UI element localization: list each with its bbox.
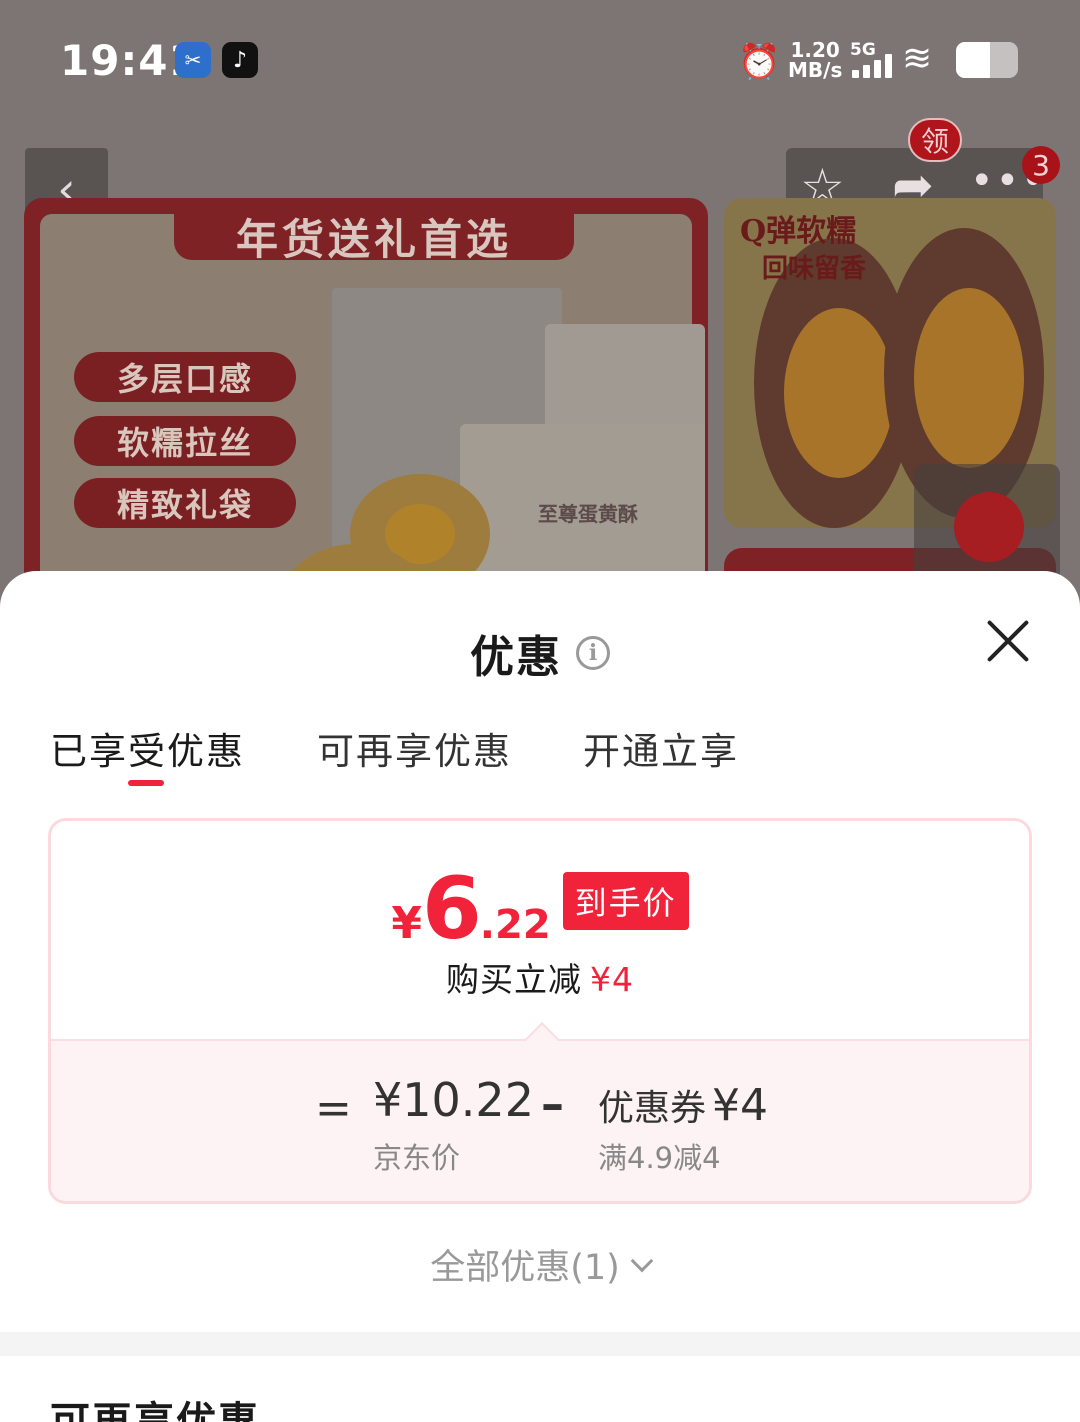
signal-icon [852, 54, 894, 78]
product-page-background: 19:41 ✂ ♪ ⏰ 1.20 MB/s 5G ≋ ‹ ☆ ➦ ••• 领 3… [0, 0, 1080, 620]
active-tab-indicator [128, 780, 164, 786]
box-label: 至尊蛋黄酥 [538, 502, 638, 526]
chevron-down-icon [630, 1249, 654, 1273]
jd-price-label: 京东价 [373, 1141, 461, 1175]
thumbnail-caption: Q弹软糯 [740, 214, 857, 249]
thumbnail-caption: 回味留香 [762, 254, 867, 284]
feature-pill: 多层口感 [74, 352, 296, 402]
coupon-discount: 优惠券 ¥4 [598, 1079, 768, 1131]
jd-price: ¥10.22 [373, 1073, 534, 1127]
sheet-header: 优惠 i [0, 621, 1080, 685]
offer-summary-card: ¥6.22 到手价 购买立减 ¥4 = ¥10.22 京东价 – 优惠券 ¥4 满4.… [48, 818, 1032, 1204]
section-title-more-offers: 可再享优惠 [50, 1399, 260, 1422]
network-speed: 1.20 MB/s [788, 40, 842, 80]
equals-sign: = [315, 1083, 352, 1134]
gift-box-image: 至尊蛋黄酥 [460, 424, 705, 584]
all-offers-label: 全部优惠(1) [430, 1248, 620, 1288]
tab-activate-offers[interactable]: 开通立享 [583, 721, 739, 775]
info-icon[interactable]: i [576, 636, 610, 670]
section-divider [0, 1332, 1080, 1356]
tab-enjoyed-offers[interactable]: 已享受优惠 [50, 721, 245, 775]
product-banner-image: 至尊蛋黄酥 年货送礼首选 多层口感 软糯拉丝 精致礼袋 [24, 198, 708, 618]
price-decimal: .22 [479, 902, 551, 948]
tiktok-app-icon: ♪ [222, 42, 258, 78]
feature-pill: 软糯拉丝 [74, 416, 296, 466]
network-speed-value: 1.20 [790, 38, 840, 62]
instant-discount: 购买立减 ¥4 [51, 953, 1029, 1001]
final-price-tag: 到手价 [562, 872, 689, 930]
coupon-amount: ¥4 [712, 1080, 769, 1131]
wifi-icon: ≋ [902, 38, 933, 79]
final-price: ¥6.22 到手价 [51, 859, 1029, 959]
screencast-app-icon: ✂ [175, 42, 211, 78]
coupon-condition: 满4.9减4 [598, 1141, 721, 1175]
price-currency: ¥ [391, 898, 422, 949]
network-speed-unit: MB/s [788, 58, 843, 82]
alarm-icon: ⏰ [738, 42, 781, 82]
savings-amount: ¥4 [590, 960, 634, 999]
sheet-title: 优惠 [470, 632, 562, 683]
price-integer: 6 [421, 859, 482, 959]
chart-icon [954, 492, 1024, 562]
offers-bottom-sheet: 优惠 i 已享受优惠 可再享优惠 开通立享 ¥6.22 到手价 购买立减 ¥4 = ¥… [0, 571, 1080, 1422]
price-breakdown: = ¥10.22 京东价 – 优惠券 ¥4 满4.9减4 [51, 1039, 1029, 1201]
coupon-badge[interactable]: 领 [908, 118, 962, 162]
all-offers-toggle[interactable]: 全部优惠(1) [0, 1239, 1080, 1290]
minus-sign: – [541, 1077, 564, 1131]
banner-title: 年货送礼首选 [235, 215, 512, 264]
battery-icon [956, 42, 1018, 78]
close-icon[interactable] [984, 617, 1032, 665]
feature-pill: 精致礼袋 [74, 478, 296, 528]
coupon-label: 优惠券 [598, 1088, 707, 1129]
tab-more-offers[interactable]: 可再享优惠 [317, 721, 512, 775]
cart-count-badge: 3 [1022, 146, 1060, 184]
savings-label: 购买立减 [446, 960, 582, 999]
status-bar: 19:41 ✂ ♪ ⏰ 1.20 MB/s 5G ≋ [0, 0, 1080, 120]
